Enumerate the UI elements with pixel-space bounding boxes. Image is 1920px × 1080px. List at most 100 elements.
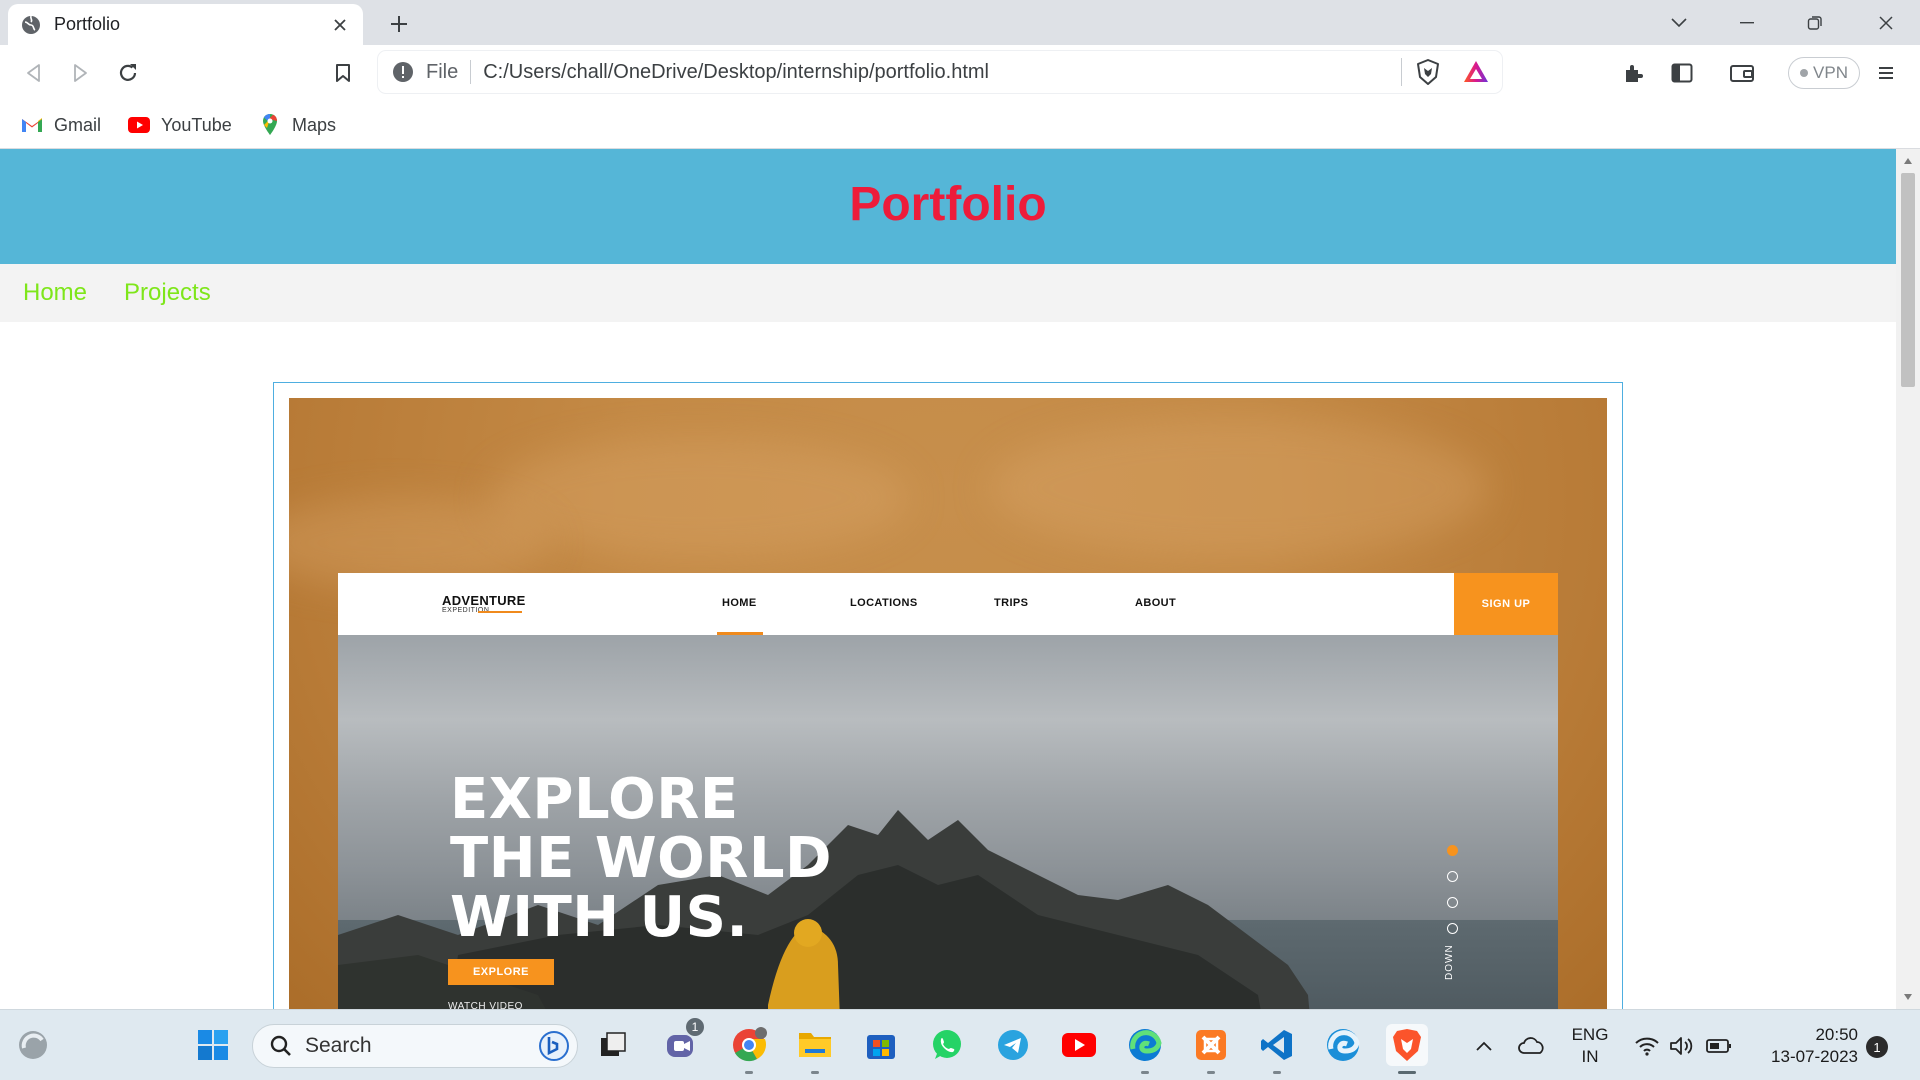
bing-icon — [537, 1029, 571, 1063]
edge-dev-icon[interactable] — [1322, 1024, 1364, 1066]
task-view-icon[interactable] — [592, 1024, 634, 1066]
minimize-button[interactable] — [1713, 0, 1781, 45]
hero-line: WITH US. — [450, 885, 749, 950]
slider-dot-active — [1447, 845, 1458, 856]
project-screenshot[interactable]: ADVENTURE EXPEDITION HOME LOCATIONS TRIP… — [289, 398, 1607, 1009]
scroll-down-arrow-icon[interactable] — [1902, 991, 1914, 1003]
slider-dot — [1447, 871, 1458, 882]
omnibox-divider-right — [1401, 58, 1402, 86]
mock-hero: EXPLORE THE WORLD WITH US. EXPLORE WATCH… — [338, 635, 1558, 1009]
page-viewport: Portfolio Home Projects ADVENTURE EXPEDI… — [0, 149, 1896, 1009]
mock-navbar: ADVENTURE EXPEDITION HOME LOCATIONS TRIP… — [338, 573, 1454, 635]
mock-logo-text: ADVENTURE — [442, 593, 526, 608]
running-indicator — [811, 1071, 819, 1074]
xampp-icon[interactable] — [1190, 1024, 1232, 1074]
mock-signup-button: SIGN UP — [1454, 573, 1558, 635]
clock-date: 13-07-2023 — [1771, 1047, 1858, 1066]
clock-time: 20:50 — [1815, 1025, 1858, 1044]
youtube-app-icon[interactable] — [1058, 1024, 1100, 1066]
show-hidden-icons-icon[interactable] — [1468, 1010, 1500, 1080]
telegram-icon[interactable] — [992, 1024, 1034, 1066]
extensions-icon[interactable] — [1618, 57, 1650, 89]
teams-icon[interactable]: 1 — [660, 1016, 706, 1066]
vpn-label: VPN — [1813, 63, 1848, 82]
bookmark-maps[interactable]: Maps — [258, 109, 336, 141]
close-tab-icon[interactable] — [329, 14, 351, 36]
project-card: ADVENTURE EXPEDITION HOME LOCATIONS TRIP… — [273, 382, 1623, 1009]
nav-link-projects[interactable]: Projects — [124, 279, 211, 307]
running-indicator — [1398, 1071, 1416, 1074]
restore-button[interactable] — [1781, 0, 1849, 45]
onedrive-icon[interactable] — [1516, 1010, 1548, 1080]
close-window-button[interactable] — [1852, 0, 1920, 45]
whatsapp-icon[interactable] — [926, 1024, 968, 1066]
mock-scroll-down: DOWN — [1444, 944, 1455, 980]
tab-portfolio[interactable]: Portfolio — [8, 4, 363, 45]
bookmark-icon[interactable] — [327, 57, 359, 89]
scroll-up-arrow-icon[interactable] — [1902, 155, 1914, 167]
maps-icon — [258, 113, 282, 137]
battery-icon[interactable] — [1704, 1010, 1734, 1080]
hero-line: THE WORLD — [450, 826, 832, 891]
mock-explore-button: EXPLORE — [448, 959, 554, 985]
url-scheme-label: File — [426, 60, 459, 83]
running-indicator — [1141, 1071, 1149, 1074]
vscode-icon[interactable] — [1256, 1024, 1298, 1074]
reload-button[interactable] — [112, 57, 144, 89]
brave-icon[interactable] — [1386, 1024, 1428, 1074]
cloud-decoration — [489, 438, 909, 558]
youtube-icon — [127, 113, 151, 137]
scrollbar-thumb[interactable] — [1901, 173, 1915, 387]
brave-shields-icon[interactable] — [1414, 58, 1442, 86]
site-info-icon[interactable] — [392, 61, 414, 83]
notification-badge[interactable]: 1 — [1866, 1036, 1888, 1058]
search-label: Search — [305, 1034, 372, 1057]
bookmark-youtube[interactable]: YouTube — [127, 109, 232, 141]
menu-icon[interactable] — [1870, 57, 1902, 89]
page-scrollbar[interactable] — [1896, 149, 1920, 1009]
edge-icon[interactable] — [1124, 1024, 1166, 1074]
running-indicator — [1273, 1071, 1281, 1074]
slider-dot — [1447, 923, 1458, 934]
address-bar[interactable]: File C:/Users/chall/OneDrive/Desktop/int… — [378, 51, 1502, 93]
widgets-icon[interactable] — [12, 1024, 54, 1066]
chrome-icon[interactable] — [728, 1024, 770, 1074]
brave-rewards-icon[interactable] — [1462, 58, 1490, 86]
gmail-icon — [20, 113, 44, 137]
site-nav: Home Projects — [0, 264, 1896, 322]
forward-button[interactable] — [64, 57, 96, 89]
slider-dot — [1447, 897, 1458, 908]
volume-icon[interactable] — [1666, 1010, 1696, 1080]
back-button[interactable] — [18, 57, 50, 89]
nav-link-home[interactable]: Home — [23, 279, 87, 307]
bookmark-label: Gmail — [54, 114, 102, 135]
taskbar-search[interactable]: Search — [252, 1024, 578, 1068]
tab-search-icon[interactable] — [1645, 0, 1713, 45]
bookmark-label: YouTube — [161, 114, 232, 135]
running-indicator — [745, 1071, 753, 1074]
teams-badge: 1 — [684, 1016, 706, 1038]
cloud-decoration — [989, 418, 1489, 558]
taskbar: Search 1 ENG IN 20:50 13-07-2023 1 — [0, 1009, 1920, 1080]
new-tab-button[interactable] — [385, 10, 413, 38]
vpn-button[interactable]: VPN — [1788, 57, 1860, 89]
language-code: ENG — [1571, 1025, 1609, 1044]
omnibox-divider — [470, 60, 472, 84]
site-header: Portfolio — [0, 149, 1896, 264]
start-icon[interactable] — [192, 1024, 234, 1066]
url-text[interactable]: C:/Users/chall/OneDrive/Desktop/internsh… — [483, 61, 1401, 84]
mock-logo: ADVENTURE EXPEDITION — [442, 593, 526, 614]
bookmarks-bar: Gmail YouTube Maps — [0, 101, 1920, 149]
browser-toolbar: File C:/Users/chall/OneDrive/Desktop/int… — [0, 45, 1920, 101]
sidebar-icon[interactable] — [1666, 57, 1698, 89]
microsoft-store-icon[interactable] — [860, 1024, 902, 1066]
bookmark-gmail[interactable]: Gmail — [20, 109, 101, 141]
wifi-icon[interactable] — [1632, 1010, 1662, 1080]
file-explorer-icon[interactable] — [794, 1024, 836, 1074]
language-indicator[interactable]: ENG IN — [1568, 1024, 1612, 1068]
region-code: IN — [1581, 1047, 1599, 1066]
mock-slider-dots — [1447, 845, 1459, 949]
mock-nav-about: ABOUT — [1135, 597, 1177, 609]
wallet-icon[interactable] — [1726, 57, 1758, 89]
system-clock[interactable]: 20:50 13-07-2023 — [1748, 1024, 1858, 1068]
